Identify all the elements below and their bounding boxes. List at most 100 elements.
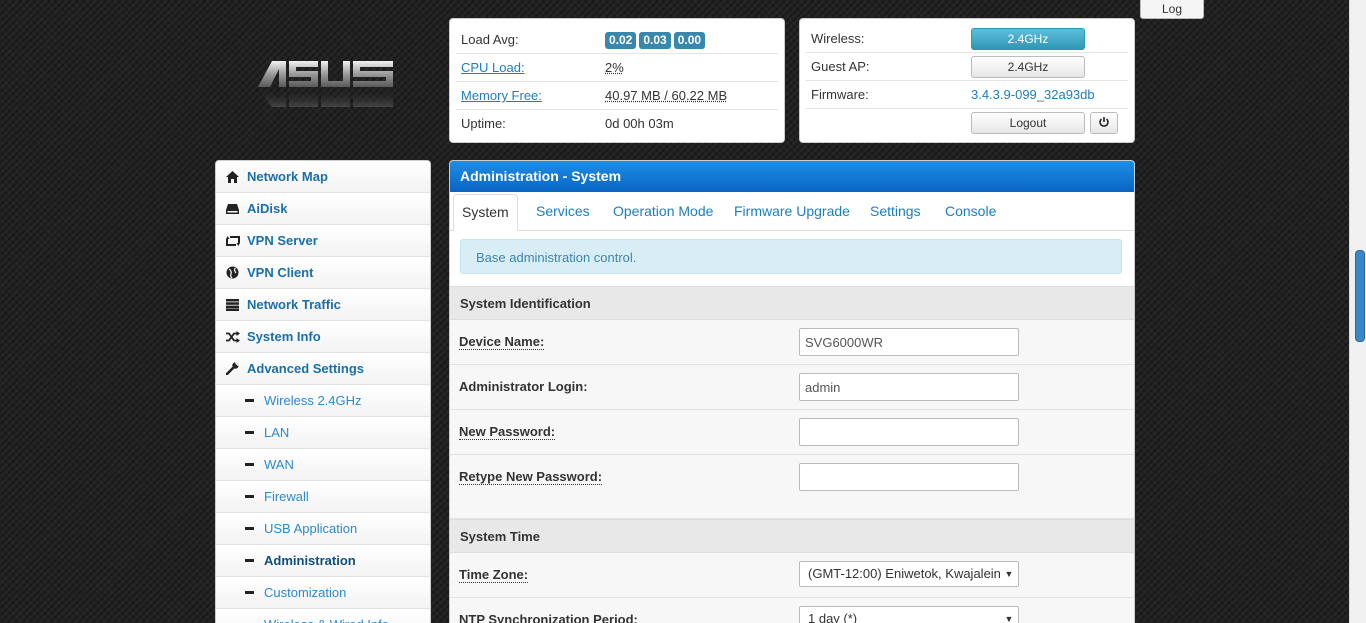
sidebar-item-label: AiDisk (247, 201, 288, 216)
uptime-label: Uptime: (461, 116, 506, 131)
load-avg-15: 0.00 (673, 32, 706, 49)
sidebar-subitem-label: Firewall (264, 489, 309, 504)
sidebar-item-label: System Info (247, 329, 321, 344)
sidebar-subitem-label: WAN (264, 457, 294, 472)
tab-settings[interactable]: Settings (862, 194, 929, 229)
guest-ap-2ghz-button[interactable]: 2.4GHz (971, 56, 1085, 78)
load-avg-1: 0.02 (605, 32, 637, 49)
sidebar-item-system-info[interactable]: System Info (216, 321, 430, 353)
ntp-period-value: 1 day (*) (808, 611, 858, 623)
tab-bar: System Services Operation Mode Firmware … (450, 192, 1134, 231)
asus-logo (258, 61, 393, 107)
sidebar-subitem-label: Administration (264, 553, 356, 568)
sidebar-item-label: Advanced Settings (247, 361, 365, 376)
random-icon (226, 330, 240, 343)
device-name-label: Device Name: (459, 334, 545, 350)
uptime-row: Uptime: 0d 00h 03m (456, 110, 778, 137)
new-password-input[interactable] (799, 418, 1019, 446)
sidebar-nav: Network Map AiDisk VPN Server VPN Client… (215, 160, 431, 623)
time-zone-select[interactable]: (GMT-12:00) Eniwetok, Kwajalein ▼ (799, 561, 1019, 587)
wireless-label: Wireless: (811, 31, 865, 46)
sidebar-item-vpn-client[interactable]: VPN Client (216, 257, 430, 289)
cpu-load-value: 2% (605, 60, 624, 75)
cpu-load-link[interactable]: CPU Load: (461, 54, 525, 81)
dash-icon (245, 527, 254, 530)
time-zone-label: Time Zone: (459, 567, 529, 583)
list-icon (226, 298, 239, 311)
ntp-period-row: NTP Synchronization Period: 1 day (*) ▼ (450, 598, 1134, 623)
device-name-row: Device Name: (450, 320, 1134, 365)
sidebar-subitem-wireless-wired-info[interactable]: Wireless & Wired Info (216, 609, 430, 623)
tab-firmware-upgrade[interactable]: Firmware Upgrade (726, 194, 858, 229)
main-panel: Administration - System System Services … (449, 160, 1135, 623)
sidebar-subitem-administration[interactable]: Administration (216, 545, 430, 577)
sidebar-subitem-wireless[interactable]: Wireless 2.4GHz (216, 385, 430, 417)
sidebar-item-aidisk[interactable]: AiDisk (216, 193, 430, 225)
sidebar-subitem-usb-application[interactable]: USB Application (216, 513, 430, 545)
device-name-input[interactable] (799, 328, 1019, 356)
sidebar-subitem-label: Wireless 2.4GHz (264, 393, 362, 408)
power-button[interactable] (1089, 112, 1118, 134)
cpu-load-row: CPU Load: 2% (456, 54, 778, 82)
tab-services[interactable]: Services (528, 194, 598, 229)
retype-password-label: Retype New Password: (459, 469, 603, 485)
sidebar-subitem-label: USB Application (264, 521, 358, 536)
sidebar-subitem-wan[interactable]: WAN (216, 449, 430, 481)
wireless-2ghz-button[interactable]: 2.4GHz (971, 28, 1085, 50)
tab-console[interactable]: Console (937, 194, 1004, 229)
sidebar-item-vpn-server[interactable]: VPN Server (216, 225, 430, 257)
system-status-panel: Load Avg: 0.02 0.03 0.00 CPU Load: 2% Memo… (449, 18, 785, 143)
sidebar-subitem-label: Customization (264, 585, 347, 600)
dash-icon (245, 399, 254, 402)
memory-free-value: 40.97 MB / 60.22 MB (605, 88, 728, 103)
retype-password-input[interactable] (799, 463, 1019, 491)
uptime-value: 0d 00h 03m (605, 116, 674, 131)
logout-button[interactable]: Logout (971, 112, 1085, 134)
wireless-status-panel: Wireless: 2.4GHz Guest AP: 2.4GHz Firmwa… (799, 18, 1135, 143)
tab-operation-mode[interactable]: Operation Mode (605, 194, 721, 229)
new-password-label: New Password: (459, 424, 556, 440)
wireless-row: Wireless: 2.4GHz (806, 25, 1128, 53)
page-title: Administration - System (450, 161, 1134, 192)
firmware-label: Firmware: (811, 87, 869, 102)
tab-system[interactable]: System (453, 194, 518, 231)
chevron-down-icon: ▼ (1000, 562, 1018, 586)
admin-login-row: Administrator Login: (450, 365, 1134, 410)
dash-icon (245, 559, 254, 562)
section-system-identification: System Identification (450, 286, 1134, 320)
sidebar-subitem-label: LAN (264, 425, 290, 440)
dash-icon (245, 431, 254, 434)
sidebar-item-network-map[interactable]: Network Map (216, 161, 430, 193)
firmware-version-link[interactable]: 3.4.3.9-099_32a93db (971, 81, 1095, 108)
sidebar-item-advanced-settings[interactable]: Advanced Settings (216, 353, 430, 385)
sidebar-subitem-label: Wireless & Wired Info (264, 609, 389, 623)
hdd-icon (226, 203, 239, 214)
wrench-icon (226, 362, 239, 375)
ntp-period-label: NTP Synchronization Period: (459, 612, 638, 623)
retweet-icon (226, 235, 240, 246)
log-button[interactable]: Log (1140, 0, 1204, 19)
scrollbar-thumb[interactable] (1355, 250, 1365, 342)
logout-row: Logout (806, 109, 1128, 136)
chevron-down-icon: ▼ (1000, 607, 1018, 623)
home-icon (226, 170, 239, 183)
sidebar-subitem-firewall[interactable]: Firewall (216, 481, 430, 513)
page-scrollbar[interactable] (1349, 0, 1366, 623)
load-avg-5: 0.03 (639, 32, 671, 49)
sidebar-item-network-traffic[interactable]: Network Traffic (216, 289, 430, 321)
sidebar-item-label: VPN Client (247, 265, 314, 280)
load-avg-label: Load Avg: (461, 32, 519, 47)
dash-icon (245, 463, 254, 466)
ntp-period-select[interactable]: 1 day (*) ▼ (799, 606, 1019, 623)
sidebar-item-label: VPN Server (247, 233, 318, 248)
sidebar-subitem-customization[interactable]: Customization (216, 577, 430, 609)
sidebar-subitem-lan[interactable]: LAN (216, 417, 430, 449)
load-avg-row: Load Avg: 0.02 0.03 0.00 (456, 26, 778, 54)
memory-free-link[interactable]: Memory Free: (461, 82, 542, 109)
admin-login-input[interactable] (799, 373, 1019, 401)
section-system-time: System Time (450, 519, 1134, 553)
load-avg-values: 0.02 0.03 0.00 (605, 26, 708, 53)
dash-icon (245, 495, 254, 498)
guest-ap-label: Guest AP: (811, 59, 870, 74)
time-zone-value: (GMT-12:00) Eniwetok, Kwajalein (808, 566, 1001, 581)
